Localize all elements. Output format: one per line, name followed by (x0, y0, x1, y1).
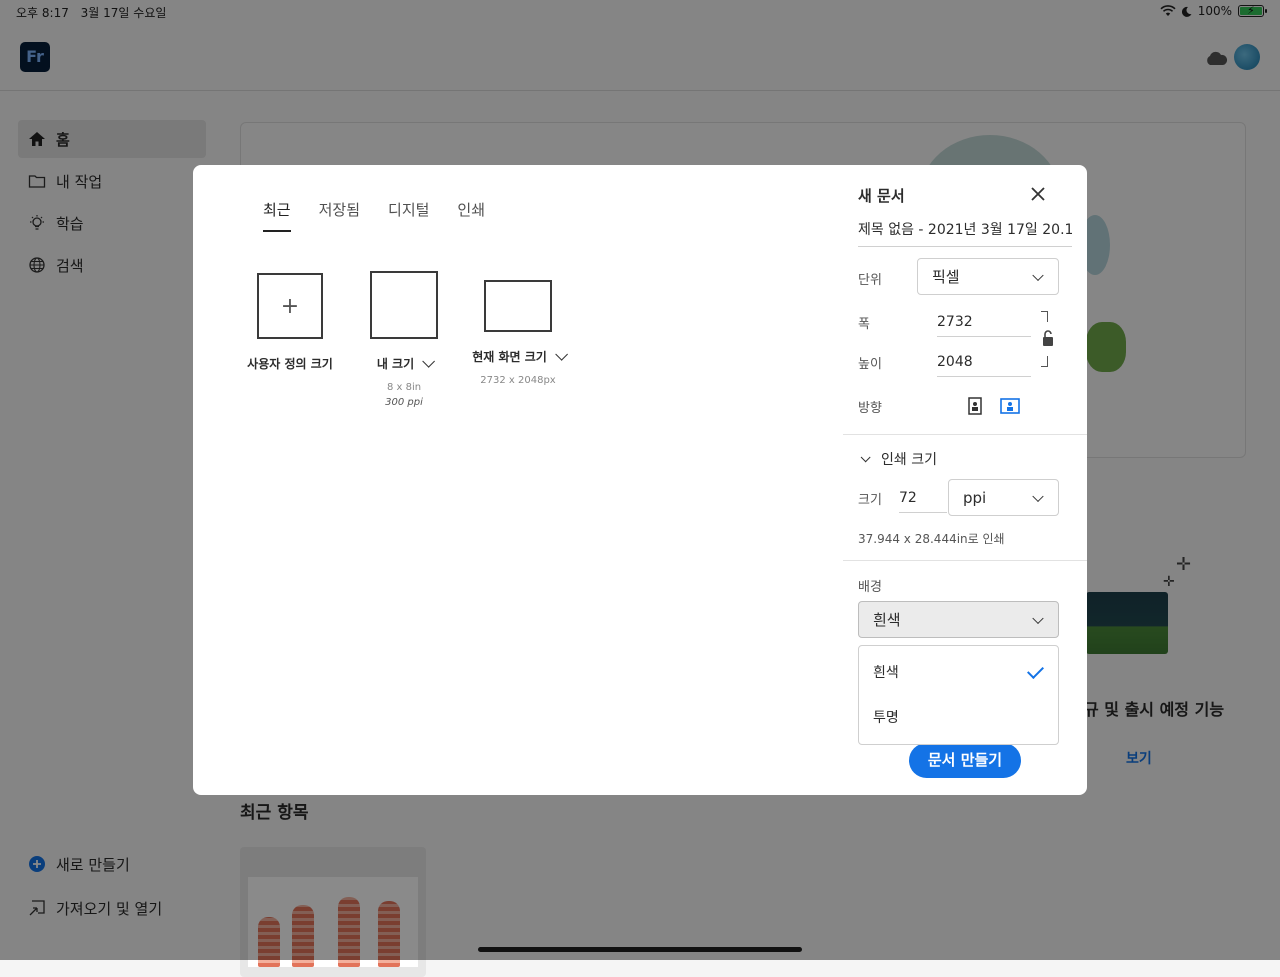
tab-saved[interactable]: 저장됨 (319, 199, 360, 232)
create-document-button[interactable]: 문서 만들기 (909, 743, 1021, 778)
print-size-section-title: 인쇄 크기 (881, 452, 937, 468)
unlock-icon[interactable] (1041, 329, 1055, 347)
width-input[interactable]: 2732 (937, 314, 1031, 337)
unit-label: 단위 (858, 273, 882, 288)
preset-my-size[interactable]: 내 크기 8 x 8in 300 ppi (357, 271, 451, 408)
preset-thumbnail (484, 280, 552, 332)
print-size-note: 37.944 x 28.444in로 인쇄 (858, 532, 1005, 546)
resolution-input[interactable]: 72 (899, 490, 947, 513)
chevron-down-icon[interactable] (555, 348, 568, 361)
document-name-input[interactable]: 제목 없음 - 2021년 3월 17일 20.17... (858, 219, 1072, 247)
link-bracket-bottom (1041, 356, 1048, 367)
chevron-down-icon (860, 451, 871, 462)
home-indicator[interactable] (478, 947, 802, 952)
preset-current-screen[interactable]: 현재 화면 크기 2732 x 2048px (468, 280, 568, 386)
preset-custom-size[interactable]: + 사용자 정의 크기 (243, 273, 337, 372)
orientation-label: 방향 (858, 401, 882, 416)
background-select[interactable]: 흰색 (858, 601, 1059, 638)
unit-value: 픽셀 (932, 268, 960, 286)
size-label: 크기 (858, 493, 882, 508)
plus-icon: + (257, 273, 323, 339)
background-option-white[interactable]: 흰색 (873, 662, 899, 682)
background-dropdown-menu: 흰색 투명 (858, 645, 1059, 745)
chevron-down-icon (1032, 612, 1044, 624)
close-icon[interactable] (1029, 185, 1047, 203)
chevron-down-icon (1032, 490, 1044, 502)
height-label: 높이 (858, 357, 882, 372)
tab-recent[interactable]: 최근 (263, 199, 291, 232)
new-document-dialog: 최근 저장됨 디지털 인쇄 + 사용자 정의 크기 내 크기 8 x 8in 3… (193, 165, 1087, 795)
preset-label: 사용자 정의 크기 (247, 357, 333, 371)
background-label: 배경 (858, 580, 882, 595)
portrait-orientation-icon[interactable] (966, 397, 984, 415)
preset-tabs: 최근 저장됨 디지털 인쇄 (263, 199, 485, 232)
divider (843, 560, 1087, 561)
preset-dimensions: 8 x 8in (386, 382, 422, 393)
landscape-orientation-icon[interactable] (1000, 397, 1020, 415)
document-settings-panel: 새 문서 제목 없음 - 2021년 3월 17일 20.17... 단위 픽셀… (843, 165, 1087, 795)
checkmark-icon (1027, 662, 1044, 679)
print-size-section-toggle[interactable]: 인쇄 크기 (860, 449, 937, 469)
preset-dimensions: 2732 x 2048px (480, 375, 556, 386)
divider (843, 434, 1087, 435)
unit-select[interactable]: 픽셀 (917, 258, 1059, 295)
tab-digital[interactable]: 디지털 (388, 199, 429, 232)
height-input[interactable]: 2048 (937, 354, 1031, 377)
preset-resolution: 300 ppi (385, 397, 423, 408)
resolution-unit-value: ppi (963, 488, 987, 507)
tab-print[interactable]: 인쇄 (457, 199, 485, 232)
background-value: 흰색 (873, 611, 901, 629)
link-bracket-top (1041, 311, 1048, 322)
resolution-unit-select[interactable]: ppi (948, 479, 1059, 516)
preset-label: 현재 화면 크기 (468, 348, 568, 365)
chevron-down-icon[interactable] (422, 355, 436, 368)
panel-title: 새 문서 (858, 187, 905, 205)
width-label: 폭 (858, 317, 870, 332)
preset-label: 내 크기 (357, 355, 451, 372)
background-option-transparent[interactable]: 투명 (873, 707, 899, 727)
preset-thumbnail (370, 271, 438, 339)
chevron-down-icon (1032, 269, 1044, 281)
